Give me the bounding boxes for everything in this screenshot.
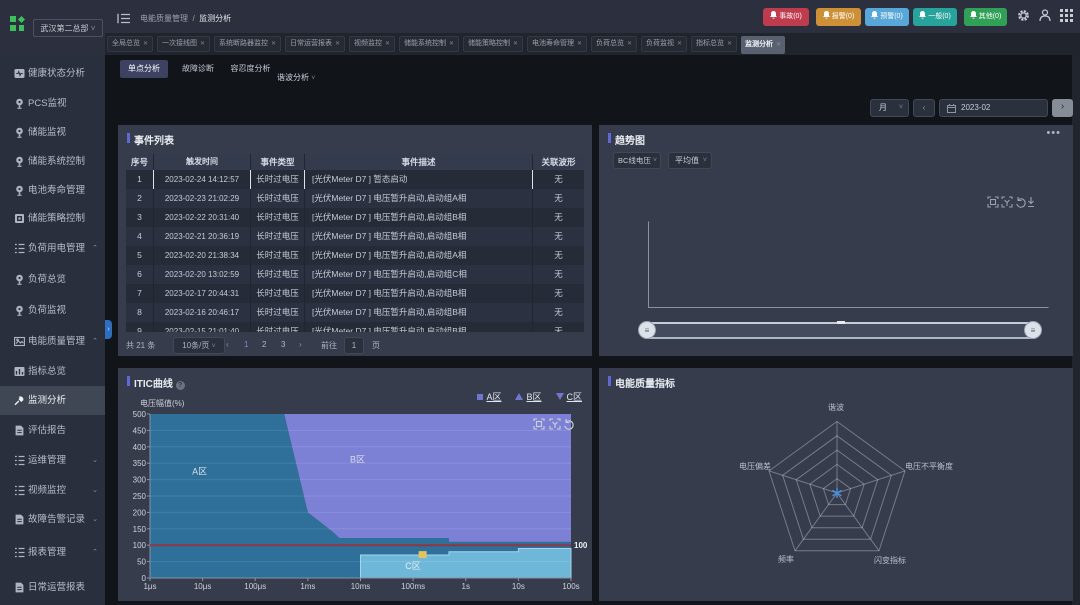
svg-text:200: 200 [133,508,147,517]
svg-text:电压幅值(%): 电压幅值(%) [140,398,185,408]
svg-text:400: 400 [133,443,147,452]
svg-text:1s: 1s [462,582,470,591]
svg-text:闪变指标: 闪变指标 [874,555,906,565]
svg-text:1ms: 1ms [300,582,315,591]
svg-text:10ms: 10ms [351,582,371,591]
svg-text:150: 150 [133,525,147,534]
svg-text:100: 100 [133,541,147,550]
svg-text:谐波: 谐波 [828,402,844,412]
svg-text:50: 50 [137,558,146,567]
svg-text:350: 350 [133,459,147,468]
svg-text:10μs: 10μs [194,582,212,591]
svg-text:10s: 10s [512,582,525,591]
svg-text:450: 450 [133,426,147,435]
svg-text:500: 500 [133,410,147,419]
svg-text:C区: C区 [405,561,421,571]
svg-text:100μs: 100μs [244,582,266,591]
svg-text:1μs: 1μs [143,582,156,591]
svg-text:A区: A区 [192,467,207,477]
svg-text:100: 100 [574,541,588,550]
svg-text:频率: 频率 [778,554,794,564]
svg-text:250: 250 [133,492,147,501]
svg-text:电压偏差: 电压偏差 [739,461,771,471]
svg-text:100s: 100s [562,582,579,591]
svg-text:300: 300 [133,476,147,485]
svg-text:电压不平衡度: 电压不平衡度 [905,461,953,471]
svg-text:B区: B区 [350,455,365,465]
svg-text:100ms: 100ms [401,582,425,591]
